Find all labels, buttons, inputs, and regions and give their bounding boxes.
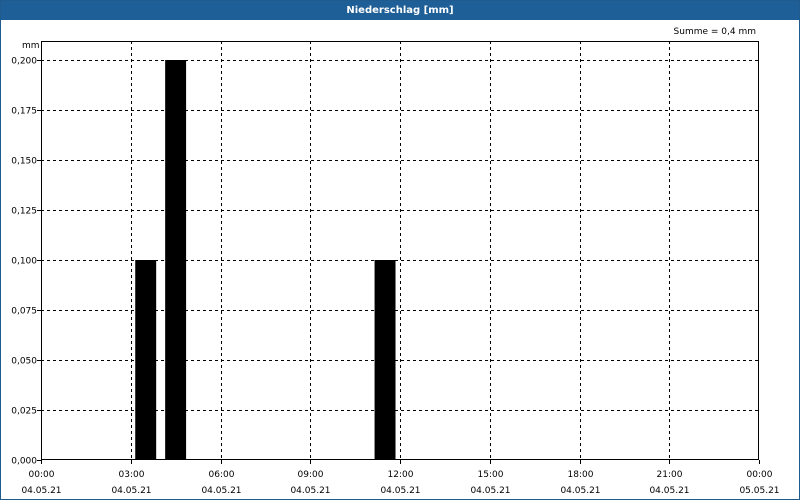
precipitation-bar: [374, 260, 396, 460]
y-tick-label: 0,075: [11, 307, 37, 317]
y-tick-label: 0,000: [11, 457, 37, 467]
y-tick-label: 0,125: [11, 207, 37, 217]
y-tick-label: 0,175: [11, 107, 37, 117]
y-tick-label: 0,100: [11, 257, 37, 267]
y-tick-label: 0,200: [11, 57, 37, 67]
y-tick-label: 0,050: [11, 357, 37, 367]
x-tick-time-label: 09:00: [298, 470, 324, 480]
y-axis-unit-label: mm: [22, 41, 40, 51]
x-tick-date-label: 04.05.21: [470, 486, 510, 496]
precipitation-bar: [165, 60, 187, 460]
x-tick-time-label: 15:00: [478, 470, 504, 480]
x-tick-time-label: 00:00: [747, 470, 773, 480]
x-tick-date-label: 04.05.21: [21, 486, 61, 496]
x-tick-date-label: 04.05.21: [201, 486, 241, 496]
y-tick-labels: 0,000 0,025 0,050 0,075 0,100 0,125 0,150 0,175…: [11, 57, 37, 467]
x-tick-time-label: 00:00: [29, 470, 55, 480]
x-tick-time-label: 21:00: [657, 470, 683, 480]
x-tick-time-label: 12:00: [388, 470, 414, 480]
x-tick-labels: 00:00 04.05.21 03:00 04.05.21 06:00 04.05.21 0…: [21, 470, 779, 496]
x-tick-date-label: 04.05.21: [290, 486, 330, 496]
y-tick-label: 0,150: [11, 157, 37, 167]
x-tick-date-label: 04.05.21: [649, 486, 689, 496]
y-tick-label: 0,025: [11, 407, 37, 417]
sum-annotation: Summe = 0,4 mm: [674, 27, 756, 37]
x-tick-time-label: 18:00: [568, 470, 594, 480]
x-tick-date-label: 04.05.21: [380, 486, 420, 496]
x-tick-date-label: 04.05.21: [560, 486, 600, 496]
x-tick-time-label: 03:00: [119, 470, 145, 480]
x-tick-date-label: 04.05.21: [111, 486, 151, 496]
x-tick-date-label: 05.05.21: [739, 486, 779, 496]
precipitation-bar: [135, 260, 157, 460]
precipitation-chart: 0,000 0,025 0,050 0,075 0,100 0,125 0,150 0,175…: [11, 27, 779, 496]
x-tick-time-label: 06:00: [209, 470, 235, 480]
